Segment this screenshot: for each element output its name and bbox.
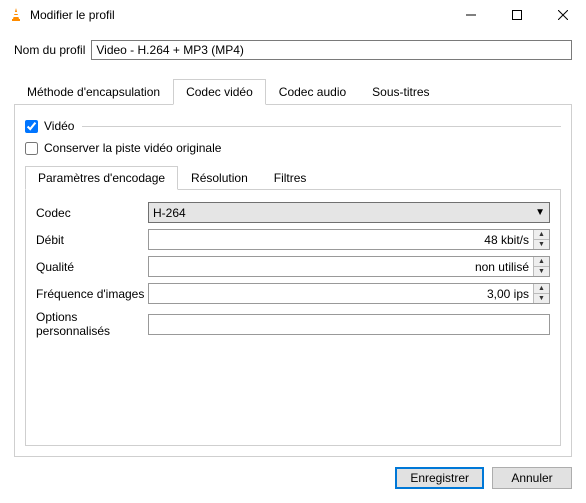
tab-subtitles[interactable]: Sous-titres [359, 79, 442, 105]
inner-tab-filters[interactable]: Filtres [261, 166, 320, 190]
fps-value: 3,00 ips [149, 284, 533, 303]
quality-spinner[interactable]: non utilisé ▲▼ [148, 256, 550, 277]
tab-video-codec[interactable]: Codec vidéo [173, 79, 266, 105]
quality-label: Qualité [36, 260, 148, 274]
separator [82, 126, 561, 127]
keep-original-label: Conserver la piste vidéo originale [44, 141, 221, 155]
maximize-button[interactable] [494, 0, 540, 30]
inner-tab-resolution[interactable]: Résolution [178, 166, 261, 190]
spin-down-icon[interactable]: ▼ [534, 267, 549, 276]
bitrate-value: 48 kbit/s [149, 230, 533, 249]
video-enable-label: Vidéo [44, 119, 74, 133]
cancel-button[interactable]: Annuler [492, 467, 572, 489]
keep-original-checkbox[interactable] [25, 142, 38, 155]
vlc-icon [8, 7, 24, 23]
inner-tab-encoding[interactable]: Paramètres d'encodage [25, 166, 178, 190]
custom-options-label: Options personnalisés [36, 310, 148, 338]
video-enable-checkbox[interactable] [25, 120, 38, 133]
save-button[interactable]: Enregistrer [395, 467, 484, 489]
fps-label: Fréquence d'images [36, 287, 148, 301]
profile-name-input[interactable] [91, 40, 572, 60]
custom-options-input[interactable] [148, 314, 550, 335]
spin-down-icon[interactable]: ▼ [534, 240, 549, 249]
spin-up-icon[interactable]: ▲ [534, 230, 549, 240]
spin-up-icon[interactable]: ▲ [534, 257, 549, 267]
close-button[interactable] [540, 0, 586, 30]
chevron-down-icon: ▼ [535, 207, 545, 218]
codec-select[interactable]: H-264 ▼ [148, 202, 550, 223]
codec-value: H-264 [153, 206, 186, 220]
minimize-button[interactable] [448, 0, 494, 30]
bitrate-label: Débit [36, 233, 148, 247]
profile-name-label: Nom du profil [14, 43, 85, 57]
codec-label: Codec [36, 206, 148, 220]
fps-spinner[interactable]: 3,00 ips ▲▼ [148, 283, 550, 304]
window-title: Modifier le profil [30, 8, 448, 22]
tab-encapsulation[interactable]: Méthode d'encapsulation [14, 79, 173, 105]
tab-audio-codec[interactable]: Codec audio [266, 79, 359, 105]
quality-value: non utilisé [149, 257, 533, 276]
spin-down-icon[interactable]: ▼ [534, 294, 549, 303]
spin-up-icon[interactable]: ▲ [534, 284, 549, 294]
bitrate-spinner[interactable]: 48 kbit/s ▲▼ [148, 229, 550, 250]
